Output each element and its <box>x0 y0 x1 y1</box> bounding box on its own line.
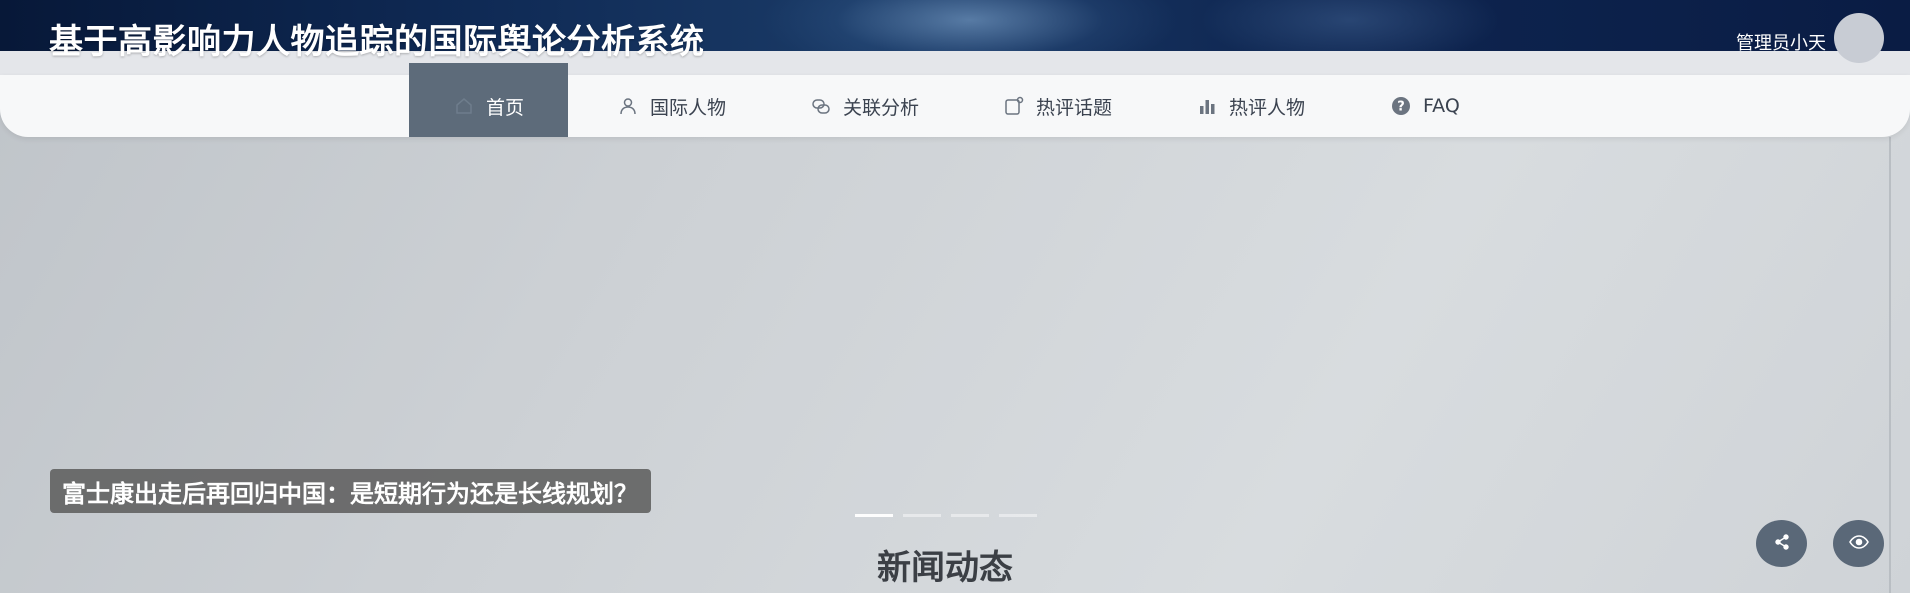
nav-item-topics[interactable]: 热评话题 <box>1003 75 1112 137</box>
bar-chart-icon <box>1196 95 1218 117</box>
nav-item-label: 关联分析 <box>843 96 920 119</box>
nav-item-label: FAQ <box>1423 95 1460 117</box>
section-title: 新闻动态 <box>877 548 1013 588</box>
page: 基于高影响力人物追踪的国际舆论分析系统 管理员小天 首页 国际人物 关联分析 热… <box>0 0 1910 593</box>
carousel-dot[interactable] <box>855 514 893 517</box>
nav-item-label: 热评人物 <box>1229 96 1306 119</box>
user-name[interactable]: 管理员小天 <box>1736 29 1826 55</box>
nav-item-faq[interactable]: ? FAQ <box>1390 75 1460 137</box>
nav-item-hot-people[interactable]: 热评人物 <box>1196 75 1305 137</box>
nav-item-home[interactable]: 首页 <box>409 63 568 137</box>
share-icon <box>1773 533 1791 555</box>
nav-item-people[interactable]: 国际人物 <box>617 75 726 137</box>
topic-icon <box>1003 95 1025 117</box>
link-icon <box>810 95 832 117</box>
home-icon <box>453 95 475 117</box>
carousel-dot[interactable] <box>903 514 941 517</box>
nav-item-relation[interactable]: 关联分析 <box>810 75 919 137</box>
carousel-caption[interactable]: 富士康出走后再回归中国：是短期行为还是长线规划？ <box>50 469 651 513</box>
scrollbar[interactable] <box>1889 137 1891 593</box>
eye-icon <box>1848 534 1869 553</box>
carousel-dot[interactable] <box>951 514 989 517</box>
main-nav: 首页 国际人物 关联分析 热评话题 热评人物 ? FAQ <box>0 63 1910 137</box>
carousel-dot[interactable] <box>999 514 1037 517</box>
nav-item-label: 首页 <box>485 96 524 119</box>
svg-text:?: ? <box>1397 100 1405 115</box>
avatar[interactable] <box>1834 13 1884 63</box>
view-button[interactable] <box>1833 520 1884 567</box>
carousel-indicators <box>855 514 1037 517</box>
share-button[interactable] <box>1756 520 1807 567</box>
help-circle-icon: ? <box>1390 95 1412 117</box>
site-title: 基于高影响力人物追踪的国际舆论分析系统 <box>49 22 705 62</box>
nav-item-label: 国际人物 <box>650 96 727 119</box>
nav-item-label: 热评话题 <box>1036 96 1113 119</box>
user-icon <box>617 95 639 117</box>
